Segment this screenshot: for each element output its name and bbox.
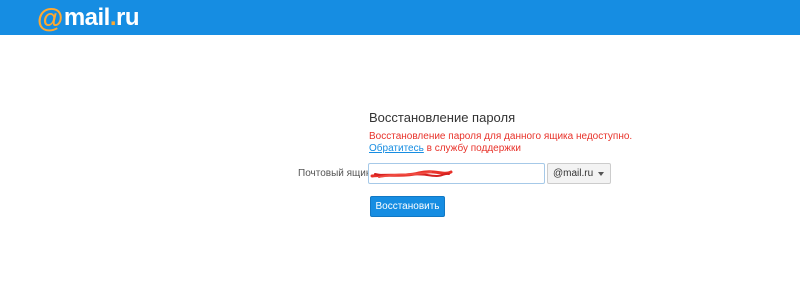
domain-select[interactable]: @mail.ru [547,163,611,184]
error-line-1: Восстановление пароля для данного ящика … [369,131,633,142]
page-title: Восстановление пароля [369,110,516,125]
support-link[interactable]: Обратитесь [369,143,424,154]
chevron-down-icon [598,172,604,176]
restore-button[interactable]: Восстановить [370,196,445,217]
error-message: Восстановление пароля для данного ящика … [369,131,632,155]
mailbox-label: Почтовый ящик [298,168,371,179]
mailbox-login-input[interactable] [368,163,545,184]
logo-tld: ru [116,4,140,31]
domain-value: @mail.ru [553,168,594,179]
redaction-scribble [370,170,453,178]
error-line-2: Обратитесь в службу поддержки [369,143,632,155]
top-header-bar: @ mail. ru [0,0,800,35]
logo-at-sign: @ [37,2,63,33]
error-line-2-rest: в службу поддержки [423,143,521,154]
logo-text: mail [63,4,111,31]
mailru-logo[interactable]: @ mail. ru [37,2,140,33]
